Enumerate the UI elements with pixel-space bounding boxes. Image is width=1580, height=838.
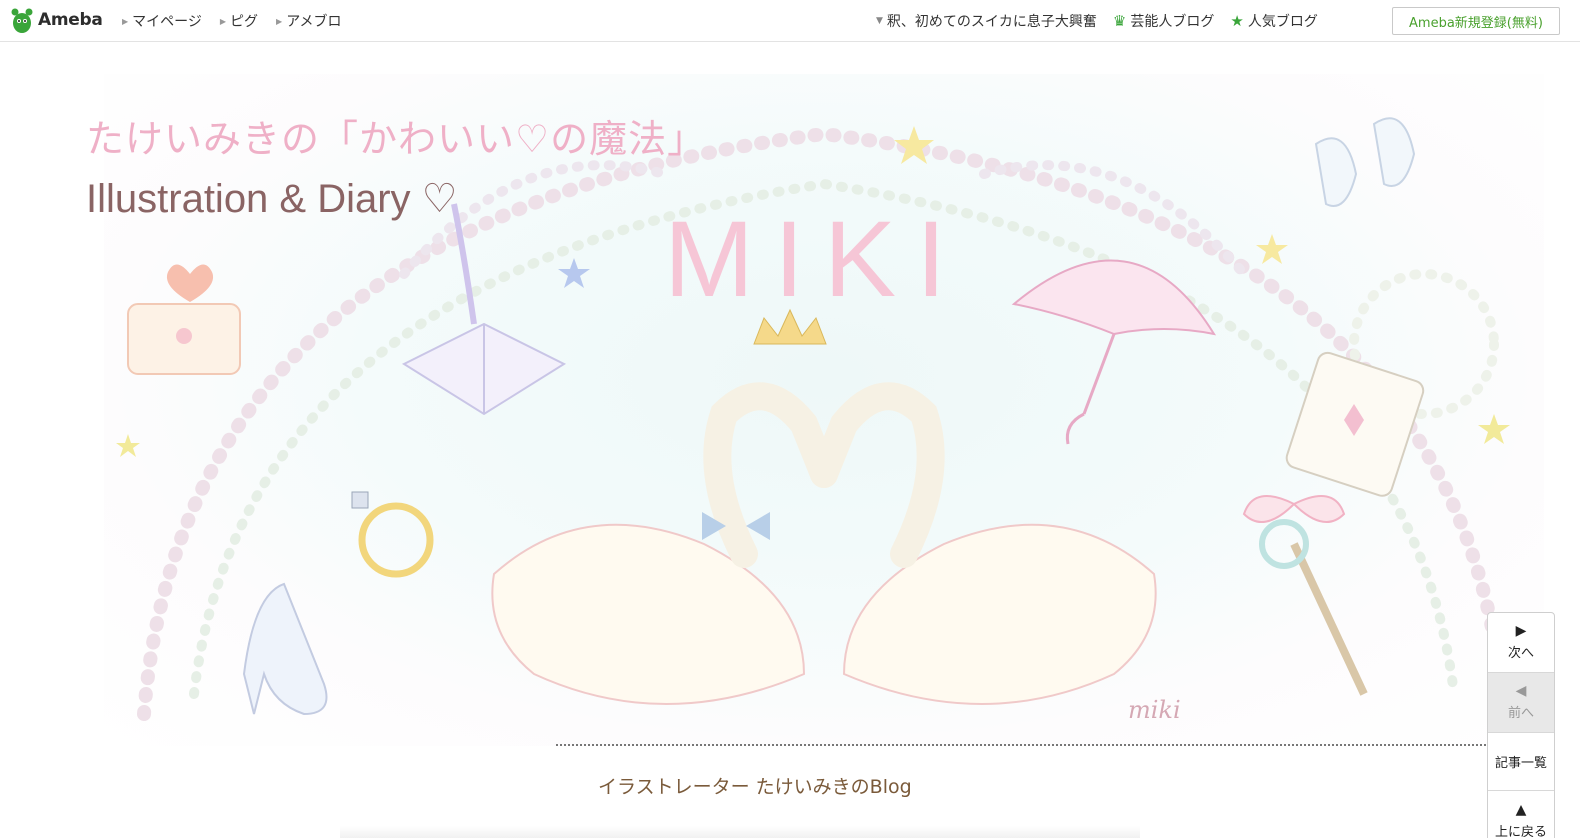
article-pager: ▶ 次へ ◀ 前へ 記事一覧 ▲ 上に戻る — [1487, 612, 1555, 838]
ameba-logo[interactable]: Ameba — [10, 6, 103, 34]
artist-signature: miki — [1128, 696, 1181, 724]
popular-blog-label: 人気ブログ — [1247, 14, 1318, 30]
celeb-blog-link[interactable]: ♛ 芸能人ブログ — [1113, 11, 1214, 31]
article-list-label: 記事一覧 — [1494, 756, 1547, 771]
arrow-down-icon: ▼ — [876, 16, 883, 26]
prev-label: 前へ — [1507, 706, 1534, 721]
star-icon: ★ — [1230, 12, 1244, 30]
popular-blog-link[interactable]: ★ 人気ブログ — [1230, 11, 1317, 31]
crown-icon: ♛ — [1112, 12, 1127, 30]
play-right-icon: ▶ — [1515, 623, 1527, 639]
back-to-top-label: 上に戻る — [1494, 825, 1547, 838]
prev-button[interactable]: ◀ 前へ — [1488, 673, 1554, 733]
banner-miki-text: MIKI — [664, 198, 967, 319]
nav-ameblo-label: アメブロ — [286, 14, 342, 30]
next-label: 次へ — [1507, 646, 1534, 661]
celeb-blog-label: 芸能人ブログ — [1130, 14, 1215, 30]
arrow-right-icon: ▶ — [122, 16, 129, 26]
news-headline-text: 釈、初めてのスイカに息子大興奮 — [886, 14, 1097, 30]
divider — [556, 744, 1490, 746]
logo-text: Ameba — [38, 10, 103, 30]
blog-header-image[interactable] — [104, 74, 1544, 746]
blog-subtitle: Illustration & Diary ♡ — [86, 177, 458, 221]
back-to-top-button[interactable]: ▲ 上に戻る — [1488, 791, 1554, 838]
triangle-up-icon: ▲ — [1515, 802, 1527, 818]
nav-mypage[interactable]: ▶ マイページ — [122, 11, 202, 31]
register-button[interactable]: Ameba新規登録(無料) — [1392, 7, 1560, 35]
content-top-edge — [340, 826, 1140, 838]
next-button[interactable]: ▶ 次へ — [1488, 613, 1554, 673]
header-right-links: ▼ 釈、初めてのスイカに息子大興奮 ♛ 芸能人ブログ ★ 人気ブログ — [876, 11, 1318, 31]
article-list-button[interactable]: 記事一覧 — [1488, 733, 1554, 791]
nav-mypage-label: マイページ — [132, 14, 202, 30]
play-left-icon: ◀ — [1515, 683, 1527, 699]
blog-title[interactable]: たけいみきの「かわいい♡の魔法」 — [86, 108, 706, 163]
header-illustration — [116, 117, 1511, 721]
news-headline-link[interactable]: ▼ 釈、初めてのスイカに息子大興奮 — [876, 11, 1097, 31]
arrow-right-icon: ▶ — [219, 16, 227, 26]
nav-ameblo[interactable]: ▶ アメブロ — [276, 11, 341, 31]
blog-description: イラストレーター たけいみきのBlog — [598, 776, 912, 798]
global-nav: ▶ マイページ ▶ ピグ ▶ アメブロ — [122, 11, 342, 31]
nav-pigg-label: ピグ — [230, 14, 259, 30]
arrow-right-icon: ▶ — [276, 16, 283, 26]
global-header: Ameba ▶ マイページ ▶ ピグ ▶ アメブロ ▼ 釈、初めてのスイカに息子… — [0, 0, 1580, 42]
ameba-mascot-icon — [11, 8, 33, 33]
nav-pigg[interactable]: ▶ ピグ — [220, 11, 258, 31]
